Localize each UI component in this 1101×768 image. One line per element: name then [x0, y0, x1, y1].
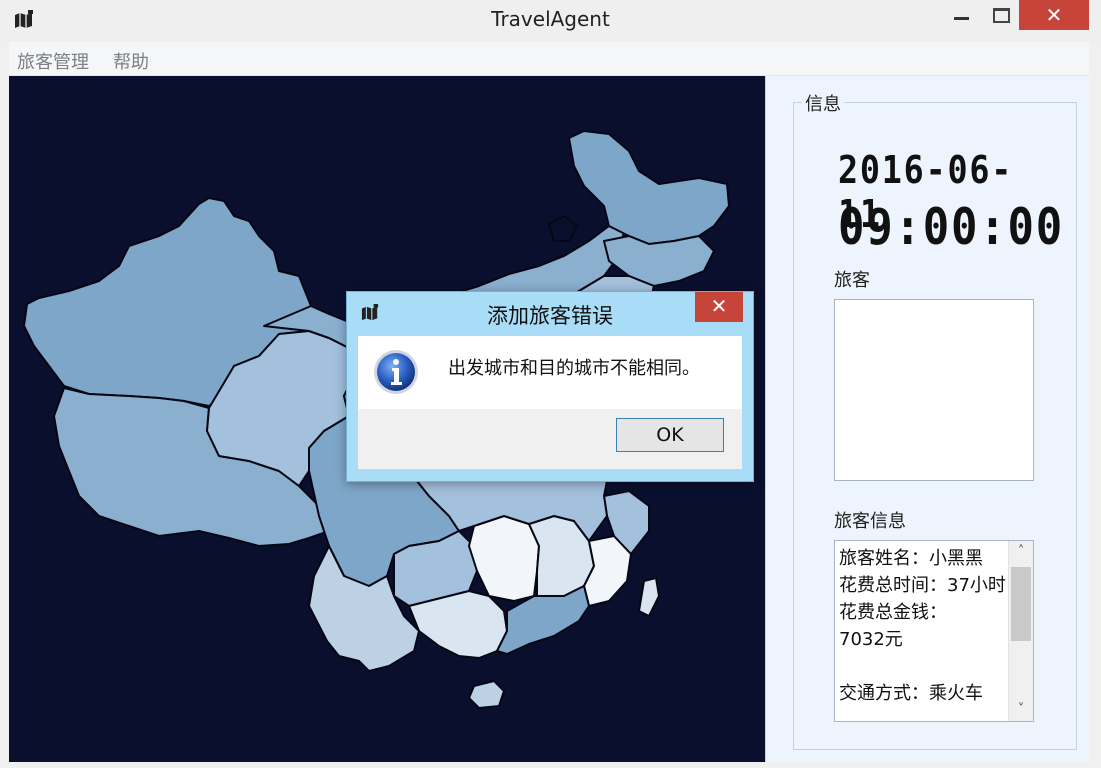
- info-scrollbar[interactable]: ˄ ˅: [1008, 541, 1033, 721]
- scroll-up-icon[interactable]: ˄: [1009, 541, 1033, 563]
- scroll-thumb[interactable]: [1011, 567, 1031, 641]
- region-hainan[interactable]: [468, 680, 505, 709]
- close-button[interactable]: ✕: [1019, 0, 1089, 30]
- bohai-sea: [548, 215, 578, 242]
- dialog-footer: OK: [358, 409, 742, 469]
- menu-help[interactable]: 帮助: [113, 48, 149, 74]
- info-group-title: 信息: [802, 90, 844, 116]
- info-icon: [374, 350, 418, 394]
- dialog-title: 添加旅客错误: [487, 304, 613, 328]
- scroll-down-icon[interactable]: ˅: [1009, 699, 1033, 721]
- dialog-body: 出发城市和目的城市不能相同。: [358, 336, 742, 409]
- current-time: 09:00:00: [838, 198, 1065, 256]
- region-taiwan[interactable]: [638, 577, 660, 617]
- title-bar: TravelAgent ✕: [0, 0, 1101, 42]
- region-hunan[interactable]: [468, 515, 540, 602]
- error-dialog: 添加旅客错误 ✕ 出发城市和目的城市不能相同。 OK: [346, 291, 754, 482]
- traveler-info-text: 旅客姓名：小黑黑 花费总时间：37小时 花费总金钱： 7032元 交通方式：乘火…: [839, 548, 1006, 704]
- info-panel: 信息 2016-06-11 09:00:00 旅客 旅客信息 旅客姓名：小黑黑 …: [765, 76, 1090, 762]
- menu-bar: 旅客管理 帮助: [9, 42, 1089, 76]
- dialog-close-button[interactable]: ✕: [695, 292, 743, 322]
- traveler-label: 旅客: [834, 270, 870, 291]
- menu-traveler-management[interactable]: 旅客管理: [17, 48, 89, 74]
- traveler-info-box[interactable]: 旅客姓名：小黑黑 花费总时间：37小时 花费总金钱： 7032元 交通方式：乘火…: [834, 540, 1034, 722]
- window-title: TravelAgent: [491, 7, 610, 31]
- minimize-button[interactable]: [946, 0, 976, 30]
- maximize-button[interactable]: [986, 0, 1016, 30]
- traveler-list[interactable]: [834, 299, 1034, 481]
- traveler-info-label: 旅客信息: [834, 511, 906, 532]
- ok-button[interactable]: OK: [616, 418, 724, 452]
- dialog-message: 出发城市和目的城市不能相同。: [448, 358, 700, 379]
- region-heilongjiang[interactable]: [568, 130, 730, 245]
